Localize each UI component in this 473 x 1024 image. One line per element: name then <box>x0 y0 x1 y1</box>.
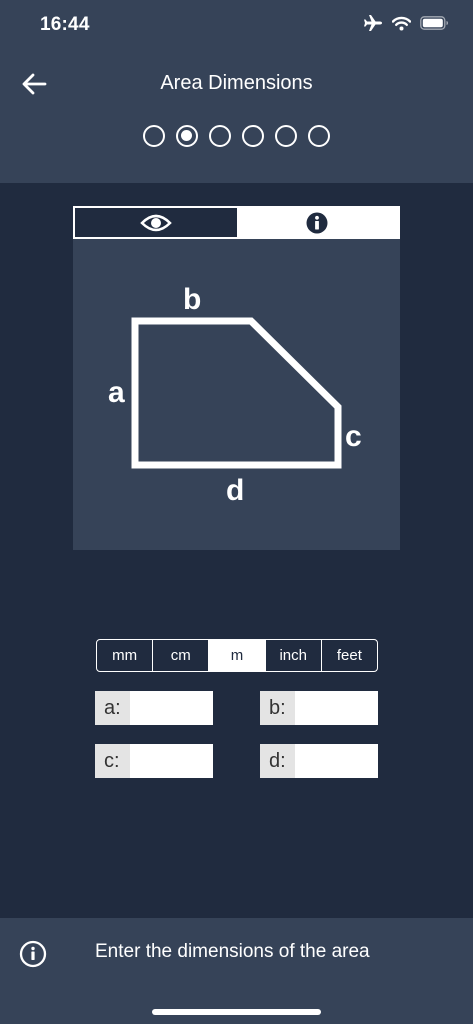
wifi-icon <box>392 16 411 30</box>
input-a[interactable] <box>130 691 213 725</box>
side-label-c: c <box>345 420 362 453</box>
step-indicator <box>0 125 473 147</box>
status-icons <box>363 14 449 32</box>
side-label-d: d <box>226 474 245 507</box>
battery-icon <box>420 16 448 30</box>
field-c: c: <box>95 744 213 778</box>
input-d[interactable] <box>295 744 378 778</box>
step-dot-active <box>176 125 198 147</box>
header: 16:44 Area Dimensions <box>0 0 473 183</box>
unit-m[interactable]: m <box>208 640 265 671</box>
unit-cm[interactable]: cm <box>152 640 208 671</box>
field-a-label: a: <box>95 691 130 725</box>
field-c-label: c: <box>95 744 130 778</box>
field-d-label: d: <box>260 744 295 778</box>
view-info-toggle <box>73 206 400 239</box>
info-tab[interactable] <box>236 208 398 237</box>
field-b-label: b: <box>260 691 295 725</box>
shape-diagram: b a c d <box>73 239 400 550</box>
step-dot <box>275 125 297 147</box>
view-tab[interactable] <box>75 208 237 237</box>
unit-inch[interactable]: inch <box>264 640 321 671</box>
field-a: a: <box>95 691 213 725</box>
info-icon <box>306 212 328 233</box>
step-dot <box>308 125 330 147</box>
status-time: 16:44 <box>40 14 90 35</box>
footer-hint-text: Enter the dimensions of the area <box>95 941 370 962</box>
step-dot <box>242 125 264 147</box>
unit-mm[interactable]: mm <box>97 640 152 671</box>
input-c[interactable] <box>130 744 213 778</box>
airplane-icon <box>364 15 382 31</box>
input-b[interactable] <box>295 691 378 725</box>
unit-selector: mm cm m inch feet <box>96 639 378 672</box>
step-dot <box>209 125 231 147</box>
home-indicator[interactable] <box>152 1009 321 1015</box>
side-label-a: a <box>108 376 125 409</box>
step-dot <box>143 125 165 147</box>
info-circle-icon[interactable] <box>19 940 47 968</box>
page-title: Area Dimensions <box>160 72 313 94</box>
side-label-b: b <box>183 283 202 316</box>
field-d: d: <box>260 744 378 778</box>
eye-icon <box>139 214 172 231</box>
unit-feet[interactable]: feet <box>320 640 377 671</box>
field-b: b: <box>260 691 378 725</box>
